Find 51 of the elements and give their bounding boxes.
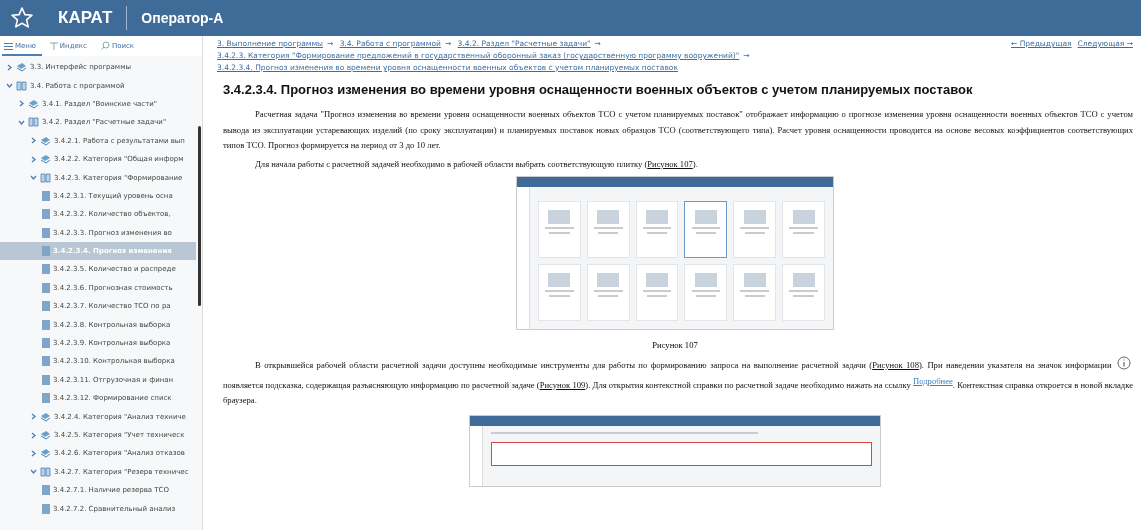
page-icon	[42, 227, 50, 238]
page-icon	[42, 503, 50, 514]
open-book-icon	[40, 172, 51, 183]
chevron-down-icon	[18, 118, 25, 126]
open-book-icon	[40, 466, 51, 477]
info-icon	[1117, 356, 1131, 370]
app-name: КАРАТ	[58, 8, 113, 28]
list-icon	[4, 42, 13, 50]
page-icon	[42, 264, 50, 275]
page-icon	[42, 393, 50, 404]
page-icon	[42, 374, 50, 385]
book-icon	[40, 154, 51, 165]
page-icon	[42, 301, 50, 312]
chevron-right-icon	[30, 413, 37, 421]
chevron-right-icon	[6, 63, 13, 71]
open-book-icon	[28, 117, 39, 128]
page-icon	[42, 209, 50, 220]
book-icon	[40, 135, 51, 146]
page-icon	[42, 246, 50, 257]
open-book-icon	[16, 80, 27, 91]
chevron-right-icon	[30, 137, 37, 145]
chevron-down-icon	[6, 82, 13, 90]
book-icon	[40, 430, 51, 440]
scrollbar[interactable]	[198, 126, 201, 306]
figure-link[interactable]: Рисунок 108	[872, 360, 919, 370]
paragraph: Для начала работы с расчетной задачей необходимо в рабочей области выбрать соответствующую плитку (Рисунок 107).	[254, 157, 699, 171]
article-title: 3.4.2.3.4. Прогноз изменения во времени уровня оснащенности военных объектов с учетом планируемых поставок	[223, 82, 974, 97]
chevron-right-icon	[30, 431, 37, 439]
page-icon	[42, 319, 50, 330]
search-icon	[100, 41, 110, 50]
chevron-right-icon	[30, 155, 37, 163]
page-icon	[42, 356, 50, 367]
page-icon	[42, 338, 50, 349]
book-icon	[40, 448, 51, 459]
figure-link[interactable]: Рисунок 107	[647, 158, 693, 169]
star-icon[interactable]	[10, 6, 34, 30]
figure-caption: Рисунок 107	[651, 340, 699, 350]
more-link[interactable]: Подробнее	[913, 375, 953, 386]
book-icon	[16, 62, 27, 73]
book-icon	[40, 411, 51, 422]
book-icon	[28, 98, 39, 109]
paragraph: Расчетная задача "Прогноз изменения во времени уровня оснащенности военных объектов ТСО с учетом планируемых поставок" отображает информацию о прогнозе изменения уровня оснащенности военных объектов ТСО с учетом вывода из эксплуатации устаревающих изделий (по сроку эксплуатации) и планируемых поставок новых образцов ТСО (соответствующего типа). Расчет уровня оснащенности проводится на основе весовых коэффициентов соответствующих типов ТСО. Прогноз формируется на период от 3 до 10 лет.	[223, 108, 1133, 152]
tag-icon	[49, 42, 58, 50]
page-icon	[42, 485, 50, 496]
chevron-down-icon	[30, 468, 37, 476]
page-icon	[42, 282, 50, 293]
user-name: Оператор-А	[141, 10, 224, 26]
page-icon	[42, 190, 50, 201]
chevron-right-icon	[30, 449, 37, 457]
chevron-right-icon	[18, 100, 25, 108]
chevron-down-icon	[30, 174, 37, 182]
